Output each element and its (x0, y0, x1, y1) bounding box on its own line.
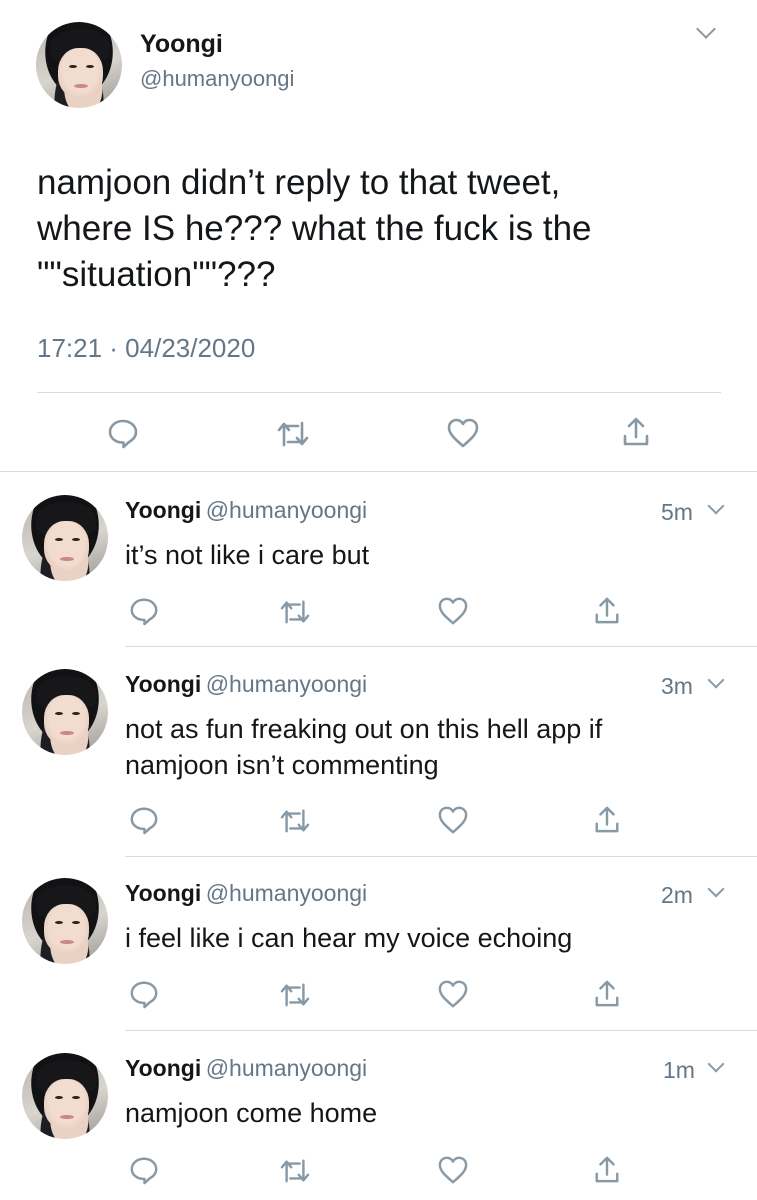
divider (125, 646, 757, 647)
author-handle[interactable]: @humanyoongi (206, 1055, 367, 1081)
author-name[interactable]: Yoongi (125, 880, 201, 906)
share-icon[interactable] (593, 977, 621, 1009)
tweet-text-line: i feel like i can hear my voice echoing (125, 923, 573, 953)
tweet-time[interactable]: 2m (661, 882, 693, 909)
chevron-down-icon[interactable] (707, 671, 725, 689)
like-icon[interactable] (437, 979, 469, 1009)
tweet-text-line: ""situation""??? (37, 255, 276, 294)
tweet-text: namjoon come home (125, 1095, 740, 1131)
tweet-text-line: it’s not like i care but (125, 540, 370, 570)
tweet-text: namjoon didn’t reply to that tweet, wher… (37, 160, 737, 298)
like-icon[interactable] (437, 596, 469, 626)
tweet-text-line: namjoon didn’t reply to that tweet, (37, 163, 561, 202)
retweet-icon[interactable] (279, 807, 311, 835)
reply-icon[interactable] (129, 979, 159, 1009)
share-icon[interactable] (593, 1153, 621, 1185)
like-icon[interactable] (437, 805, 469, 835)
tweet-time[interactable]: 1m (663, 1057, 695, 1084)
tweet-text-line: namjoon come home (125, 1098, 378, 1128)
reply-icon[interactable] (129, 805, 159, 835)
share-icon[interactable] (593, 594, 621, 626)
retweet-icon[interactable] (279, 1157, 311, 1185)
share-icon[interactable] (621, 414, 651, 448)
reply-icon[interactable] (129, 1155, 159, 1185)
divider (37, 392, 721, 393)
divider (125, 1030, 757, 1031)
chevron-down-icon[interactable] (707, 1055, 725, 1073)
author-handle[interactable]: @humanyoongi (206, 880, 367, 906)
retweet-icon[interactable] (279, 598, 311, 626)
reply-icon[interactable] (129, 596, 159, 626)
author-handle[interactable]: @humanyoongi (206, 497, 367, 523)
chevron-down-icon[interactable] (696, 19, 716, 39)
avatar[interactable] (22, 878, 108, 964)
retweet-icon[interactable] (276, 419, 310, 449)
avatar[interactable] (36, 22, 122, 108)
tweet-text: i feel like i can hear my voice echoing (125, 920, 740, 956)
divider (125, 856, 757, 857)
author-name[interactable]: Yoongi (125, 497, 201, 523)
tweet-text: it’s not like i care but (125, 537, 735, 573)
author-handle[interactable]: @humanyoongi (140, 66, 294, 92)
divider (0, 471, 757, 472)
author-name[interactable]: Yoongi (140, 30, 223, 59)
chevron-down-icon[interactable] (707, 880, 725, 898)
tweet-text-line: namjoon isn’t commenting (125, 750, 439, 780)
tweet-timestamp[interactable]: 17:21 · 04/23/2020 (37, 333, 255, 364)
retweet-icon[interactable] (279, 981, 311, 1009)
tweet-text-line: not as fun freaking out on this hell app… (125, 714, 603, 744)
avatar[interactable] (22, 669, 108, 755)
chevron-down-icon[interactable] (707, 497, 725, 515)
reply-icon[interactable] (107, 417, 139, 449)
like-icon[interactable] (437, 1155, 469, 1185)
avatar[interactable] (22, 495, 108, 581)
tweet-time[interactable]: 3m (661, 673, 693, 700)
tweet-text-line: where IS he??? what the fuck is the (37, 209, 592, 248)
author-handle[interactable]: @humanyoongi (206, 671, 367, 697)
avatar[interactable] (22, 1053, 108, 1139)
author-name[interactable]: Yoongi (125, 1055, 201, 1081)
author-name[interactable]: Yoongi (125, 671, 201, 697)
tweet-time[interactable]: 5m (661, 499, 693, 526)
like-icon[interactable] (446, 417, 480, 449)
share-icon[interactable] (593, 803, 621, 835)
tweet-text: not as fun freaking out on this hell app… (125, 711, 740, 783)
